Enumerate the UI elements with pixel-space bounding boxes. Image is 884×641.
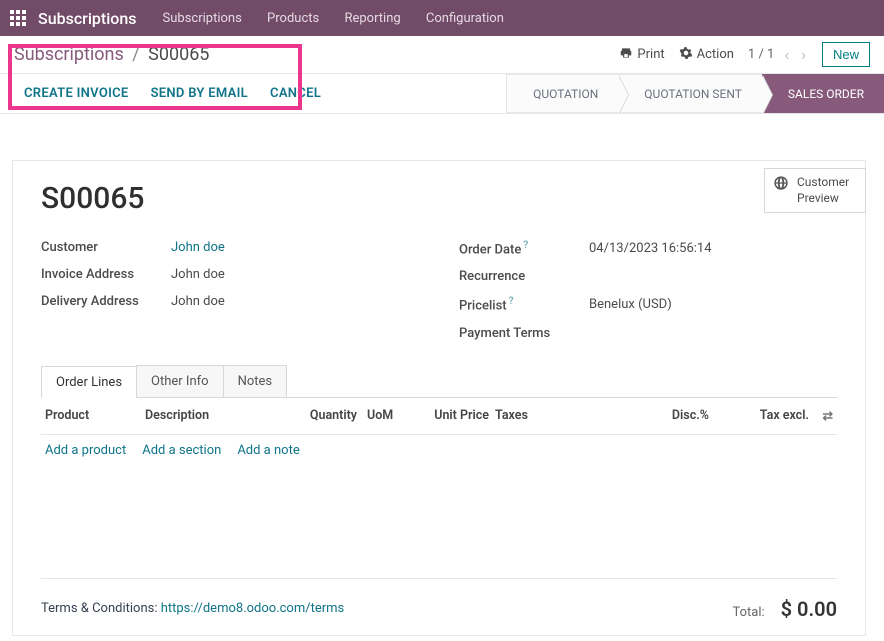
app-brand[interactable]: Subscriptions bbox=[38, 9, 137, 28]
col-tax-excl: Tax excl. bbox=[709, 408, 809, 423]
top-nav: Subscriptions Products Reporting Configu… bbox=[163, 11, 526, 26]
col-disc: Disc.% bbox=[549, 408, 709, 423]
breadcrumb-root[interactable]: Subscriptions bbox=[14, 44, 124, 65]
col-taxes: Taxes bbox=[489, 408, 549, 423]
col-unit-price: Unit Price bbox=[427, 408, 489, 423]
grid-header: Product Description Quantity UoM Unit Pr… bbox=[41, 398, 837, 435]
globe-icon bbox=[773, 175, 789, 191]
add-product-button[interactable]: Add a product bbox=[45, 443, 126, 458]
action-label: Action bbox=[697, 47, 734, 62]
print-button[interactable]: Print bbox=[619, 46, 664, 64]
pager-prev[interactable]: ‹ bbox=[782, 45, 791, 64]
grid-add-row: Add a product Add a section Add a note bbox=[41, 435, 837, 579]
nav-subscriptions[interactable]: Subscriptions bbox=[163, 11, 242, 26]
tab-notes[interactable]: Notes bbox=[223, 365, 288, 397]
print-label: Print bbox=[637, 47, 664, 62]
stage-quotation-sent[interactable]: QUOTATION SENT bbox=[618, 74, 762, 113]
col-product: Product bbox=[45, 408, 145, 423]
pricelist-field[interactable]: Benelux (USD) bbox=[589, 297, 672, 312]
delivery-address-field[interactable]: John doe bbox=[171, 294, 225, 309]
col-quantity: Quantity bbox=[285, 408, 357, 423]
add-note-button[interactable]: Add a note bbox=[237, 443, 299, 458]
invoice-address-field[interactable]: John doe bbox=[171, 267, 225, 282]
preview-line2: Preview bbox=[797, 191, 849, 207]
order-date-field[interactable]: 04/13/2023 16:56:14 bbox=[589, 241, 712, 256]
breadcrumb-current: S00065 bbox=[148, 44, 209, 65]
col-uom: UoM bbox=[357, 408, 427, 423]
help-icon[interactable]: ? bbox=[509, 296, 514, 307]
preview-line1: Customer bbox=[797, 175, 849, 191]
print-icon bbox=[619, 46, 633, 64]
nav-configuration[interactable]: Configuration bbox=[426, 11, 504, 26]
terms-label: Terms & Conditions: bbox=[41, 601, 161, 616]
terms-block: Terms & Conditions: https://demo8.odoo.c… bbox=[41, 601, 344, 616]
pager: 1 / 1 ‹ › bbox=[748, 45, 808, 64]
stage-sales-order[interactable]: SALES ORDER bbox=[762, 74, 884, 113]
stage-bar: QUOTATION QUOTATION SENT SALES ORDER bbox=[506, 74, 884, 113]
stage-quotation[interactable]: QUOTATION bbox=[506, 74, 618, 113]
new-button[interactable]: New bbox=[822, 42, 870, 67]
nav-products[interactable]: Products bbox=[267, 11, 319, 26]
breadcrumb: Subscriptions / S00065 bbox=[14, 44, 209, 65]
pager-next[interactable]: › bbox=[799, 45, 808, 64]
tab-other-info[interactable]: Other Info bbox=[136, 365, 224, 397]
customer-label: Customer bbox=[41, 240, 171, 255]
total-value: $ 0.00 bbox=[781, 597, 837, 621]
total-label: Total: bbox=[732, 605, 764, 620]
pager-text: 1 / 1 bbox=[748, 47, 774, 62]
create-invoice-button[interactable]: CREATE INVOICE bbox=[24, 86, 129, 101]
order-date-label: Order Date? bbox=[459, 240, 589, 257]
payment-terms-label: Payment Terms bbox=[459, 326, 589, 341]
cancel-button[interactable]: CANCEL bbox=[270, 86, 321, 101]
grid-options-icon[interactable]: ⇄ bbox=[809, 408, 833, 424]
send-email-button[interactable]: SEND BY EMAIL bbox=[151, 86, 248, 101]
delivery-address-label: Delivery Address bbox=[41, 294, 171, 309]
help-icon[interactable]: ? bbox=[523, 240, 528, 251]
customer-preview-button[interactable]: Customer Preview bbox=[764, 168, 866, 213]
pricelist-label: Pricelist? bbox=[459, 296, 589, 313]
gear-icon bbox=[679, 46, 693, 64]
add-section-button[interactable]: Add a section bbox=[142, 443, 221, 458]
apps-icon[interactable] bbox=[10, 10, 26, 26]
tab-order-lines[interactable]: Order Lines bbox=[41, 366, 137, 398]
breadcrumb-separator: / bbox=[128, 44, 143, 65]
col-description: Description bbox=[145, 408, 285, 423]
recurrence-label: Recurrence bbox=[459, 269, 589, 284]
invoice-address-label: Invoice Address bbox=[41, 267, 171, 282]
terms-link[interactable]: https://demo8.odoo.com/terms bbox=[161, 601, 345, 616]
page-title: S00065 bbox=[41, 181, 837, 216]
customer-field[interactable]: John doe bbox=[171, 240, 225, 255]
nav-reporting[interactable]: Reporting bbox=[344, 11, 400, 26]
action-button[interactable]: Action bbox=[679, 46, 734, 64]
